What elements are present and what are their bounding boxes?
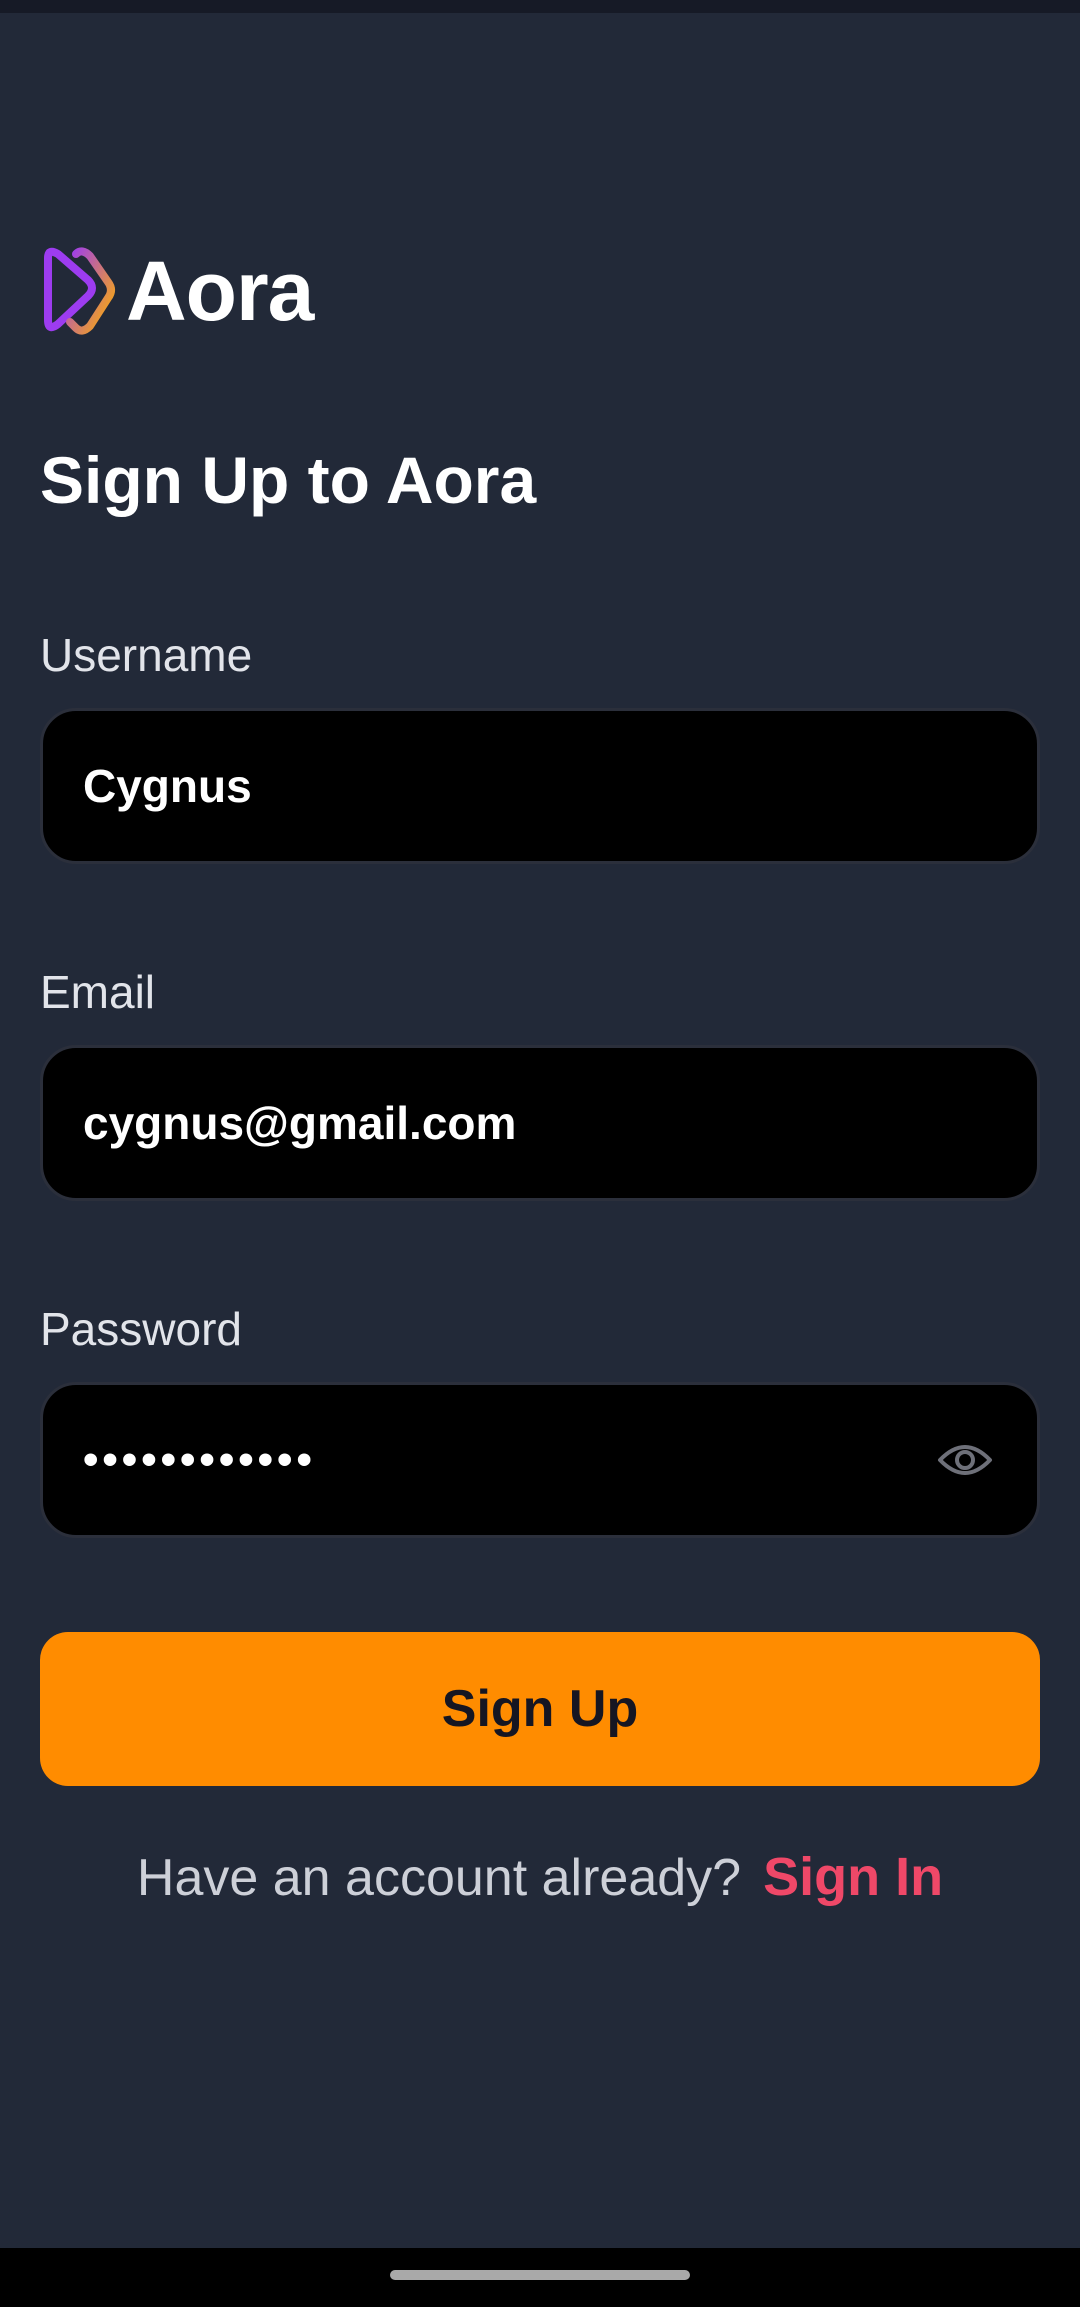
sign-in-prompt: Have an account already? Sign In bbox=[0, 1846, 1080, 1908]
sign-in-prompt-text: Have an account already? bbox=[136, 1849, 742, 1907]
email-value: cygnus@gmail.com bbox=[83, 1097, 517, 1149]
eye-icon[interactable] bbox=[937, 1440, 993, 1480]
page-title: Sign Up to Aora bbox=[40, 443, 537, 517]
sign-up-button[interactable]: Sign Up bbox=[40, 1632, 1040, 1786]
play-logo-icon bbox=[44, 247, 115, 335]
sign-in-link[interactable]: Sign In bbox=[763, 1846, 943, 1908]
email-field[interactable]: cygnus@gmail.com bbox=[40, 1045, 1040, 1201]
password-value: •••••••••••• bbox=[83, 1435, 316, 1484]
password-label: Password bbox=[40, 1303, 242, 1355]
app-logo: Aora bbox=[40, 244, 314, 338]
logo-text: Aora bbox=[126, 244, 314, 338]
navigation-bar bbox=[0, 2248, 1080, 2307]
username-field[interactable]: Cygnus bbox=[40, 708, 1040, 864]
home-indicator[interactable] bbox=[390, 2270, 690, 2280]
username-value: Cygnus bbox=[83, 760, 252, 812]
password-field[interactable]: •••••••••••• bbox=[40, 1382, 1040, 1538]
email-label: Email bbox=[40, 966, 156, 1018]
status-bar bbox=[0, 0, 1080, 13]
username-label: Username bbox=[40, 629, 253, 681]
